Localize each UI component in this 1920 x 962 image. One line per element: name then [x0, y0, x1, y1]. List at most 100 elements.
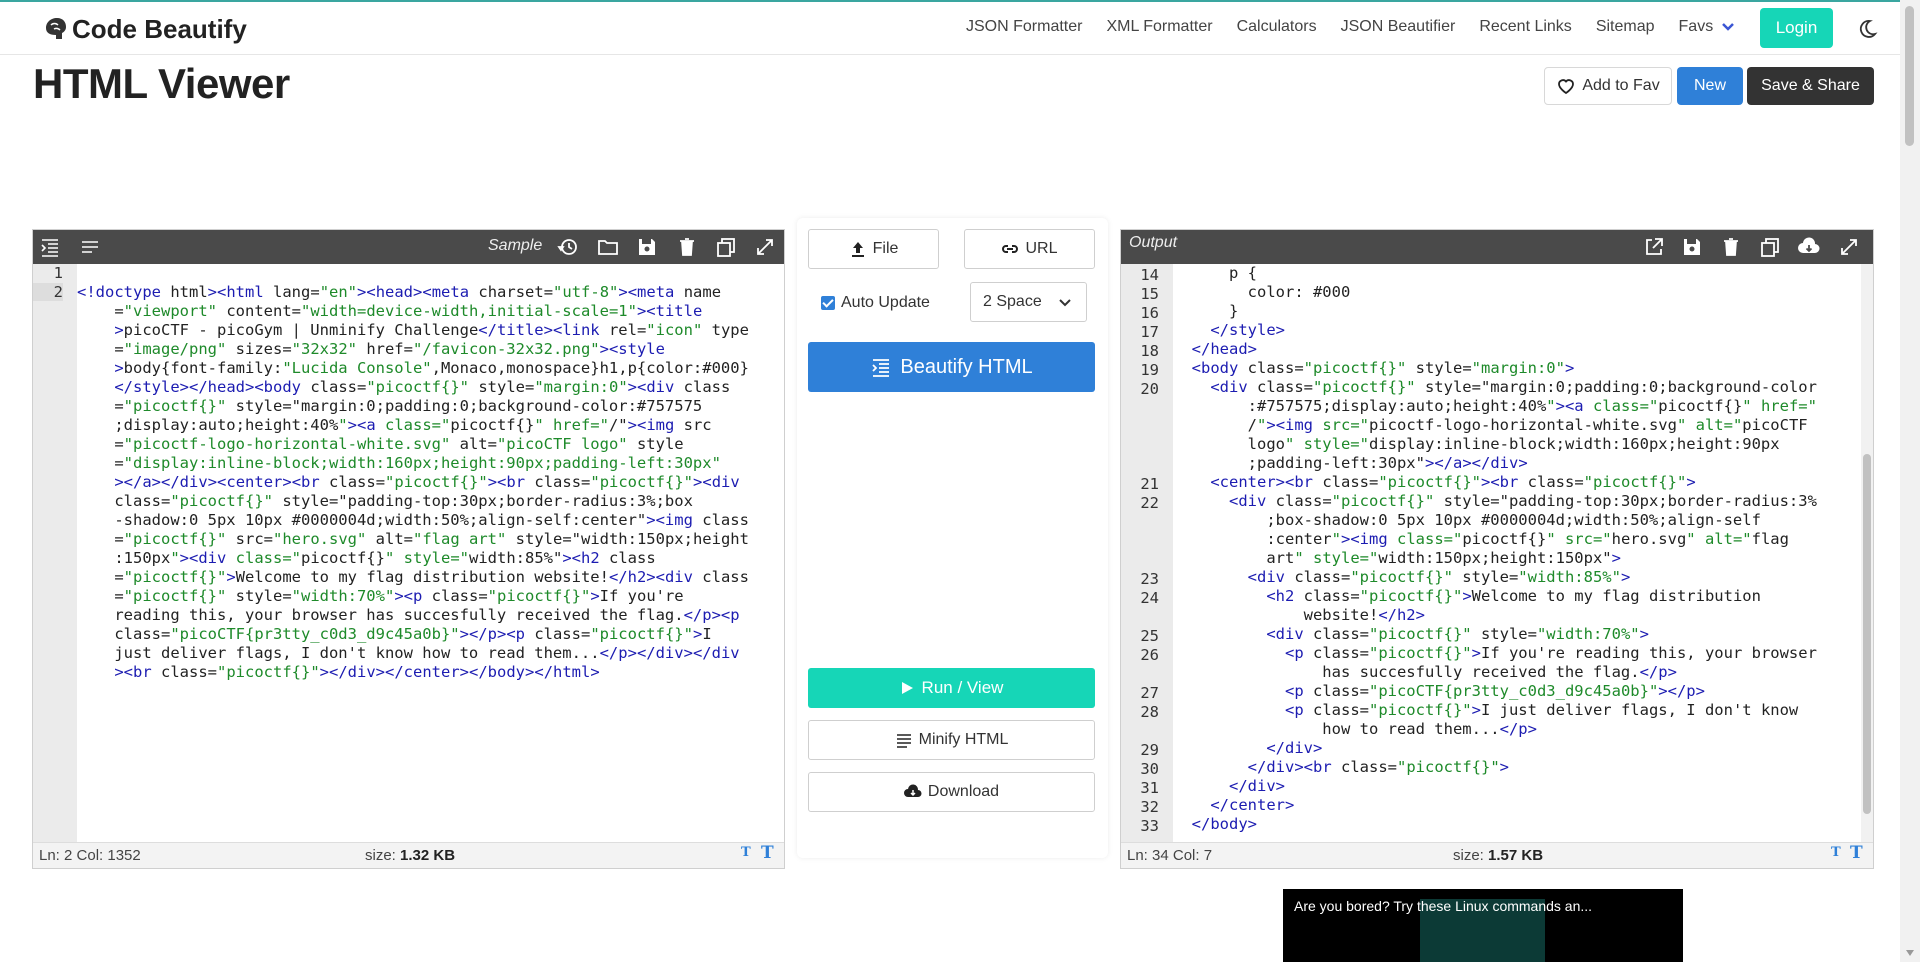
- output-code-editor[interactable]: 14 15 16 17 18 19 20 21 22 23 24 25 26 27 28 29 30 31 32 33…: [1121, 264, 1873, 842]
- code-line: :center"><img class="picoctf{}" src="her…: [1173, 530, 1789, 548]
- open-new-window-icon[interactable]: [1643, 236, 1665, 258]
- code-line: art" style="width:150px;height:150px">: [1173, 549, 1621, 567]
- action-column: File URL Auto Update 2 Space Beautify HT…: [797, 218, 1108, 858]
- code-line: </div>: [1266, 739, 1323, 757]
- output-toolbar: Output: [1121, 230, 1873, 264]
- wrap-lines-icon[interactable]: [79, 236, 101, 258]
- fullscreen-icon[interactable]: [754, 236, 776, 258]
- line-number: 15: [1140, 285, 1159, 303]
- url-label: URL: [1025, 240, 1058, 257]
- size-label: size:: [1453, 847, 1484, 864]
- nav-sitemap[interactable]: Sitemap: [1596, 18, 1655, 36]
- auto-update-checkbox[interactable]: Auto Update: [821, 294, 930, 312]
- save-icon[interactable]: [636, 236, 658, 258]
- open-folder-icon[interactable]: [597, 236, 619, 258]
- upload-icon: [851, 242, 864, 257]
- line-number: 26: [1140, 646, 1159, 664]
- indent-size-select[interactable]: 2 Space: [970, 282, 1087, 322]
- line-number: 32: [1140, 798, 1159, 816]
- code-line: </div>: [1229, 777, 1286, 795]
- download-label: Download: [927, 783, 1000, 800]
- upload-file-button[interactable]: File: [808, 229, 939, 269]
- code-line: </head>: [1191, 340, 1258, 358]
- run-view-button[interactable]: Run / View: [808, 668, 1095, 708]
- add-to-fav-button[interactable]: Add to Fav: [1544, 67, 1672, 105]
- font-increase-icon[interactable]: T: [1850, 843, 1863, 863]
- code-line: ="picoctf{}" style="margin:0;padding:0;b…: [77, 397, 703, 415]
- delete-trash-icon[interactable]: [1720, 236, 1742, 258]
- chevron-down-icon: [1059, 299, 1071, 307]
- nav-calculators[interactable]: Calculators: [1237, 18, 1317, 36]
- checkbox-checked-icon[interactable]: [821, 296, 835, 310]
- new-button[interactable]: New: [1677, 67, 1743, 105]
- code-line: /"><img src="picoctf-logo-horizontal-whi…: [1173, 416, 1808, 434]
- code-line: <div class="picoctf{}" style="width:70%"…: [1266, 625, 1649, 643]
- save-share-button[interactable]: Save & Share: [1747, 67, 1874, 105]
- code-line: <div class="picoctf{}" style="padding-to…: [1229, 492, 1817, 510]
- history-icon[interactable]: [557, 236, 579, 258]
- download-button[interactable]: Download: [808, 772, 1095, 812]
- indent-icon[interactable]: [39, 236, 61, 258]
- line-number: 20: [1140, 380, 1159, 398]
- run-label: Run / View: [921, 678, 1004, 697]
- output-scrollbar-thumb[interactable]: [1863, 454, 1871, 814]
- code-line: <p class="picoCTF{pr3tty_c0d3_d9c45a0b}"…: [1284, 682, 1705, 700]
- nav-favs-dropdown[interactable]: Favs: [1679, 18, 1736, 36]
- input-size: size: 1.32 KB: [365, 847, 455, 864]
- copy-icon[interactable]: [1759, 236, 1781, 258]
- cloud-download-icon[interactable]: [1798, 236, 1820, 258]
- delete-trash-icon[interactable]: [676, 236, 698, 258]
- nav-recent-links[interactable]: Recent Links: [1479, 18, 1572, 36]
- input-code-text[interactable]: <!doctype html><html lang="en"><head><me…: [77, 264, 784, 842]
- code-line: <div class="picoctf{}" style="margin:0;p…: [1210, 378, 1817, 396]
- input-editor-panel: Sample 1 2 <!doctype html><html lang="en…: [32, 229, 785, 869]
- minify-html-button[interactable]: Minify HTML: [808, 720, 1095, 760]
- code-line: </div><br class="picoctf{}">: [1247, 758, 1509, 776]
- brand-name: Code Beautify: [72, 13, 247, 44]
- cursor-position: Ln: 34 Col: 7: [1127, 847, 1213, 864]
- nav-json-beautifier[interactable]: JSON Beautifier: [1341, 18, 1456, 36]
- copy-icon[interactable]: [715, 236, 737, 258]
- nav-json-formatter[interactable]: JSON Formatter: [966, 18, 1082, 36]
- video-ad[interactable]: Are you bored? Try these Linux commands …: [1283, 889, 1683, 962]
- load-url-button[interactable]: URL: [964, 229, 1095, 269]
- code-line: }: [1173, 302, 1239, 320]
- fullscreen-icon[interactable]: [1838, 236, 1860, 258]
- code-line: </style></head><body class="picoctf{}" s…: [114, 378, 731, 396]
- code-line: ><br class="picoctf{}"></div></center></…: [114, 663, 600, 681]
- video-caption: Are you bored? Try these Linux commands …: [1294, 898, 1593, 914]
- page-scrollbar-thumb[interactable]: [1905, 6, 1914, 146]
- line-number: 30: [1140, 760, 1159, 778]
- code-line: :#757575;display:auto;height:40%"><a cla…: [1173, 397, 1817, 415]
- code-line: </center>: [1210, 796, 1295, 814]
- code-line: color: #000: [1173, 283, 1351, 301]
- brain-logo-icon: [46, 18, 66, 39]
- output-scrollbar[interactable]: [1861, 264, 1873, 842]
- login-button[interactable]: Login: [1760, 8, 1833, 48]
- play-icon: [901, 682, 913, 694]
- code-line: :150px"><div class="picoctf{}" style="wi…: [77, 549, 656, 567]
- sample-link[interactable]: Sample: [488, 237, 542, 255]
- font-increase-icon[interactable]: T: [761, 843, 774, 863]
- site-logo[interactable]: Code Beautify: [40, 12, 247, 46]
- save-icon[interactable]: [1681, 236, 1703, 258]
- page-scrollbar[interactable]: [1900, 0, 1920, 962]
- input-code-editor[interactable]: 1 2 <!doctype html><html lang="en"><head…: [33, 264, 784, 842]
- indent-size-value: 2 Space: [983, 293, 1042, 310]
- dark-mode-moon-icon[interactable]: [1856, 18, 1878, 40]
- output-code-text[interactable]: p { color: #000 } </style> </head> <body…: [1173, 264, 1859, 842]
- code-line: has succesfully received the flag.</p>: [1173, 663, 1677, 681]
- nav-xml-formatter[interactable]: XML Formatter: [1106, 18, 1212, 36]
- code-line: <body class="picoctf{}" style="margin:0"…: [1191, 359, 1575, 377]
- favs-label: Favs: [1678, 18, 1714, 35]
- scroll-down-arrow-icon[interactable]: [1906, 950, 1914, 956]
- font-decrease-icon[interactable]: T: [1831, 845, 1841, 860]
- beautify-html-button[interactable]: Beautify HTML: [808, 342, 1095, 392]
- line-number: 33: [1140, 817, 1159, 835]
- cloud-download-icon: [903, 784, 922, 797]
- code-line: >body{font-family:"Lucida Console",Monac…: [114, 359, 749, 377]
- code-line: </style>: [1210, 321, 1285, 339]
- font-decrease-icon[interactable]: T: [741, 845, 751, 860]
- lines-icon: [896, 734, 911, 748]
- code-line: <!doctype html><html lang="en"><head><me…: [77, 283, 722, 301]
